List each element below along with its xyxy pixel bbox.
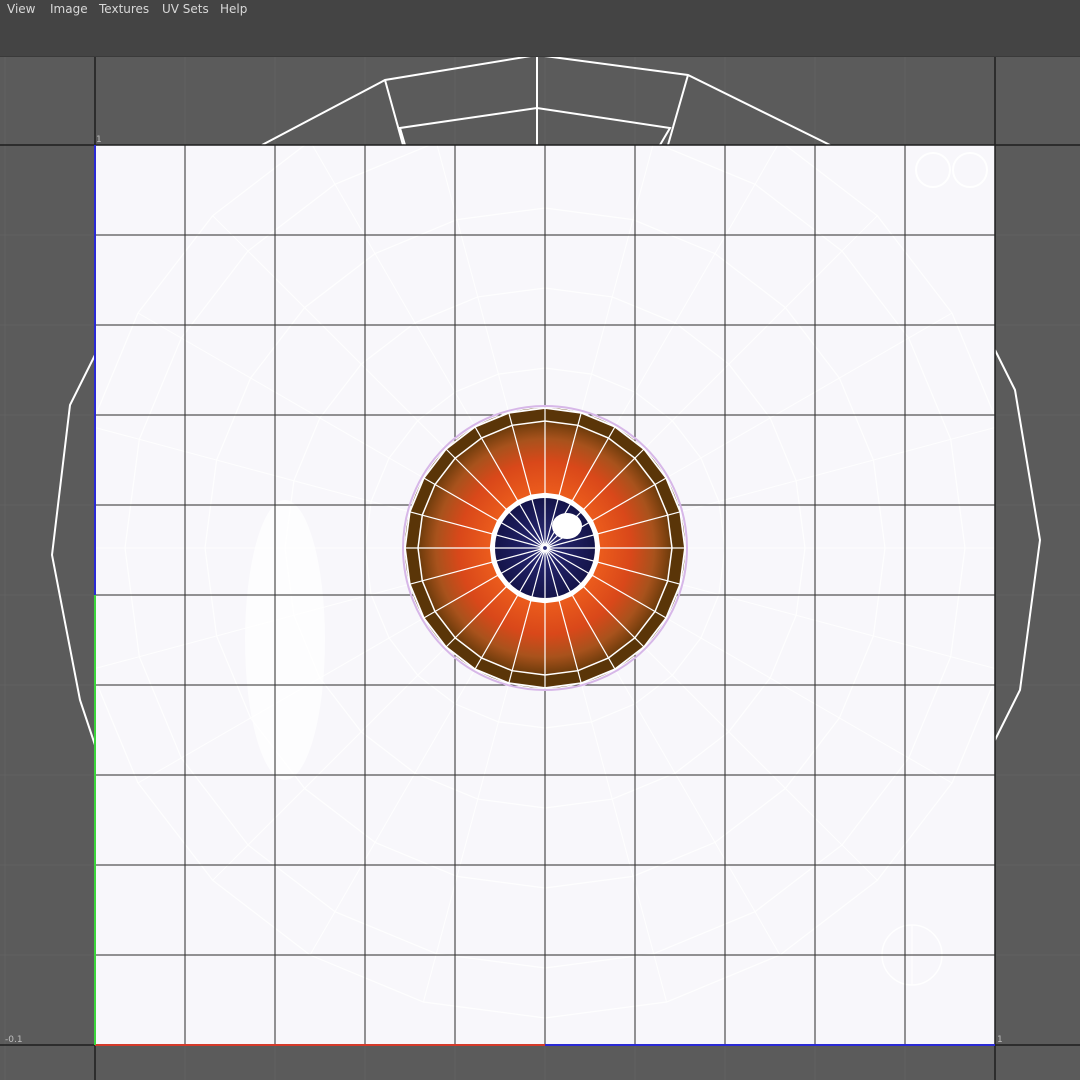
menu-view[interactable]: View: [7, 2, 35, 16]
reflection-highlight: [245, 500, 325, 780]
menu-uv-sets[interactable]: UV Sets: [162, 2, 209, 16]
menu-help[interactable]: Help: [220, 2, 247, 16]
tile-label-bottom-left: -0.1: [5, 1035, 23, 1045]
uv-canvas[interactable]: 1 -0.1 1: [0, 57, 1080, 1080]
menu-bar: View Image Textures UV Sets Help: [0, 0, 1080, 57]
menu-textures[interactable]: Textures: [99, 2, 149, 16]
menu-image[interactable]: Image: [50, 2, 88, 16]
tile-label-top-left: 1: [96, 135, 102, 145]
tile-label-bottom-right: 1: [997, 1035, 1003, 1045]
uv-editor-viewport[interactable]: 1 -0.1 1: [0, 57, 1080, 1080]
pupil-specular-highlight: [552, 513, 582, 539]
